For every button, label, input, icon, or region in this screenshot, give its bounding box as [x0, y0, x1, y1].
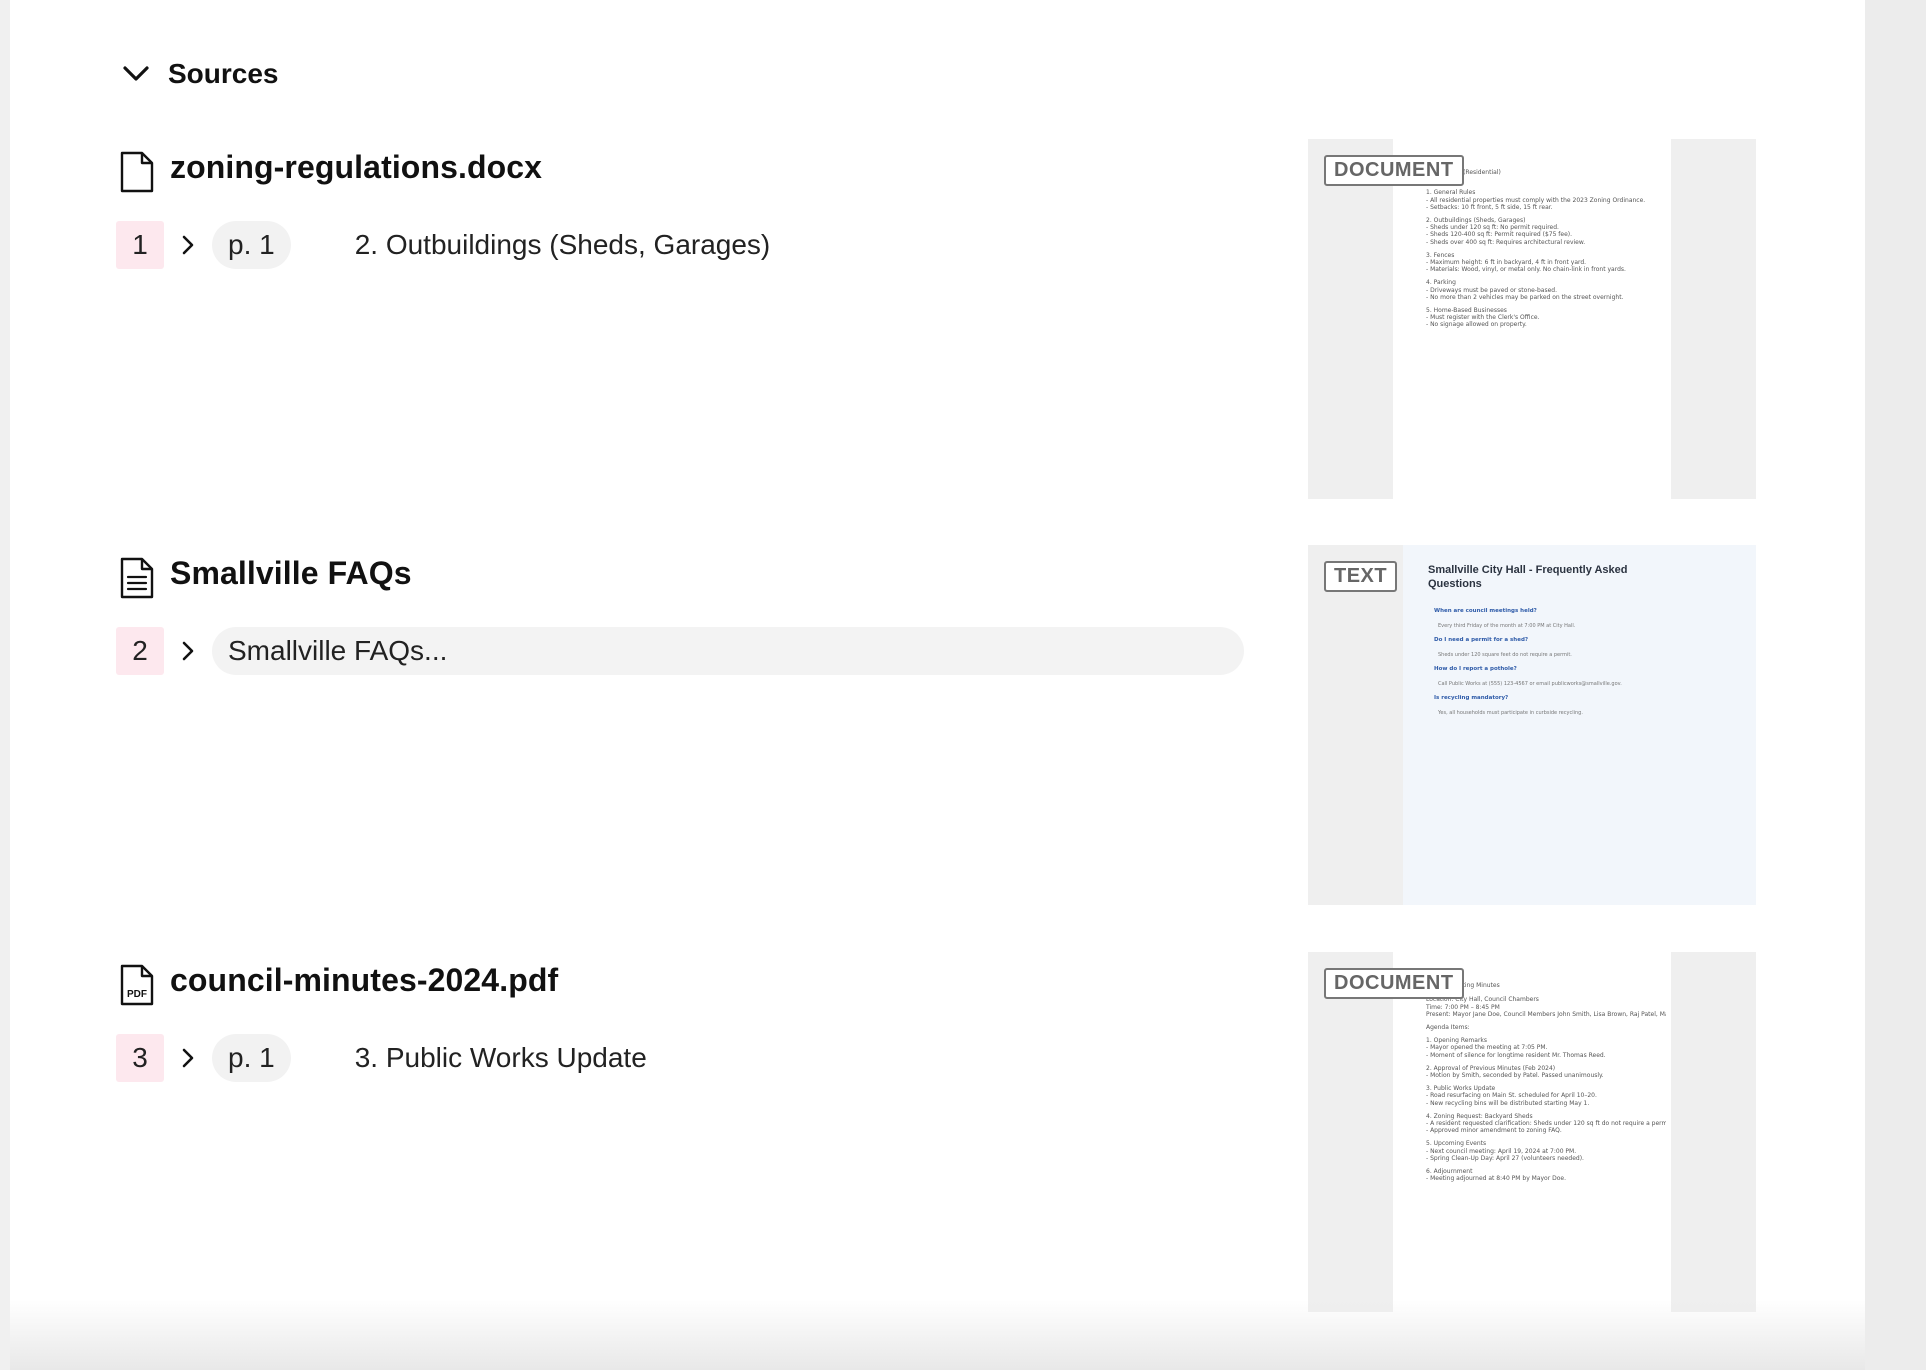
text-thumbnail[interactable]: TEXT Smallville City Hall - Frequently A… — [1308, 545, 1756, 905]
faq-answer: Yes, all households must participate in … — [1438, 710, 1583, 716]
snippet-pill: Smallville FAQs... — [212, 627, 1244, 675]
page-pill: p. 1 — [212, 221, 291, 269]
page-pill: p. 1 — [212, 1034, 291, 1082]
thumbnail-line: 4. Zoning Request: Backyard Sheds — [1426, 1112, 1533, 1120]
thumbnail-line: 1. General Rules — [1426, 189, 1476, 197]
thumbnail-line: - Must register with the Clerk's Office. — [1426, 314, 1540, 322]
citation-number: 1 — [116, 221, 164, 269]
thumbnail-text: Regulations (Residential)1, 20241. Gener… — [1426, 169, 1666, 329]
thumbnail-line: - Sheds over 400 sq ft: Requires archite… — [1426, 238, 1586, 246]
faq-question: When are council meetings held? — [1434, 608, 1537, 614]
citation-snippet: 2. Outbuildings (Sheds, Garages) — [354, 229, 771, 260]
thumbnail-line: - New recycling bins will be distributed… — [1426, 1099, 1590, 1107]
thumbnail-line: 6. Adjournment — [1426, 1168, 1473, 1176]
chevron-right-icon[interactable] — [164, 221, 212, 269]
thumbnail-line: Time: 7:00 PM – 8:45 PM — [1426, 1003, 1500, 1011]
faq-question: How do I report a pothole? — [1434, 666, 1517, 672]
citation-snippet: 3. Public Works Update — [354, 1042, 647, 1073]
source-title[interactable]: council-minutes-2024.pdf — [170, 962, 558, 999]
citation-row: 2 Smallville FAQs... — [116, 627, 1244, 675]
thumbnail-line: 5. Upcoming Events — [1426, 1140, 1487, 1148]
thumbnail-line: - Materials: Wood, vinyl, or metal only.… — [1426, 266, 1626, 274]
thumbnail-line: - Sheds 120-400 sq ft: Permit required (… — [1426, 231, 1573, 239]
thumbnail-line: - Approved minor amendment to zoning FAQ… — [1426, 1127, 1562, 1135]
thumbnail-line: - Sheds under 120 sq ft: No permit requi… — [1426, 224, 1559, 232]
thumbnail-line: - Motion by Smith, seconded by Patel. Pa… — [1426, 1072, 1604, 1080]
thumbnail-text: When are council meetings held? Every th… — [1434, 600, 1654, 716]
thumbnail-line: 5. Home-Based Businesses — [1426, 307, 1507, 315]
thumbnail-line: 2. Approval of Previous Minutes (Feb 202… — [1426, 1064, 1556, 1072]
thumbnail-line: - Road resurfacing on Main St. scheduled… — [1426, 1092, 1597, 1100]
type-tag: DOCUMENT — [1324, 968, 1464, 999]
thumbnail-line: - A resident requested clarification: Sh… — [1426, 1120, 1666, 1128]
thumbnail-page — [1403, 545, 1756, 905]
right-gutter — [1865, 0, 1926, 1370]
citation-row: 1 p. 1 2. Outbuildings (Sheds, Garages) — [116, 221, 770, 269]
thumbnail-line: 2. Outbuildings (Sheds, Garages) — [1426, 217, 1526, 225]
source-item: zoning-regulations.docx 1 p. 1 2. Outbui… — [110, 139, 1760, 503]
svg-text:PDF: PDF — [127, 989, 147, 1000]
thumbnail-line: 4. Parking — [1426, 279, 1456, 287]
citation-row: 3 p. 1 3. Public Works Update — [116, 1034, 647, 1082]
document-thumbnail[interactable]: DOCUMENT Council Meeting Minutes2024Loca… — [1308, 952, 1756, 1312]
chevron-down-icon — [122, 52, 168, 96]
thumbnail-line: Present: Mayor Jane Doe, Council Members… — [1426, 1010, 1666, 1018]
thumbnail-line: - No signage allowed on property. — [1426, 321, 1527, 329]
faq-question: Do I need a permit for a shed? — [1434, 637, 1529, 643]
text-file-icon — [120, 557, 154, 599]
thumbnail-line: 3. Fences — [1426, 251, 1455, 259]
thumbnail-line: - Moment of silence for longtime residen… — [1426, 1051, 1606, 1059]
left-edge — [0, 0, 10, 1370]
thumbnail-line: - Driveways must be paved or stone-based… — [1426, 286, 1557, 294]
thumbnail-line: - No more than 2 vehicles may be parked … — [1426, 293, 1624, 301]
faq-answer: Every third Friday of the month at 7:00 … — [1438, 623, 1576, 629]
thumbnail-text: Council Meeting Minutes2024Location: Cit… — [1426, 982, 1666, 1182]
thumbnail-line: - Mayor opened the meeting at 7:05 PM. — [1426, 1044, 1548, 1052]
document-thumbnail[interactable]: DOCUMENT Regulations (Residential)1, 202… — [1308, 139, 1756, 499]
type-tag: TEXT — [1324, 561, 1398, 592]
thumbnail-line: - Setbacks: 10 ft front, 5 ft side, 15 f… — [1426, 203, 1553, 211]
thumbnail-line: - Next council meeting: April 19, 2024 a… — [1426, 1147, 1577, 1155]
source-item: PDF council-minutes-2024.pdf 3 p. 1 3. P… — [110, 952, 1760, 1316]
document-icon — [120, 151, 154, 193]
chevron-right-icon[interactable] — [164, 1034, 212, 1082]
faq-answer: Sheds under 120 square feet do not requi… — [1438, 652, 1572, 658]
sources-title: Sources — [168, 58, 279, 89]
thumbnail-title: Smallville City Hall - Frequently Asked … — [1428, 564, 1628, 590]
sources-toggle[interactable]: Sources — [122, 52, 279, 96]
pdf-file-icon: PDF — [120, 964, 154, 1006]
sources-panel: Sources zoning-regulations.docx 1 p. 1 2… — [10, 0, 1865, 1370]
source-title[interactable]: Smallville FAQs — [170, 555, 412, 592]
thumbnail-line: - Spring Clean-Up Day: April 27 (volunte… — [1426, 1154, 1584, 1162]
thumbnail-line: 1. Opening Remarks — [1426, 1037, 1488, 1045]
thumbnail-line: Agenda Items: — [1426, 1024, 1470, 1032]
faq-question: Is recycling mandatory? — [1434, 695, 1509, 701]
thumbnail-line: - Maximum height: 6 ft in backyard, 4 ft… — [1426, 259, 1587, 267]
chevron-right-icon[interactable] — [164, 627, 212, 675]
faq-answer: Call Public Works at (555) 123-4567 or e… — [1438, 681, 1622, 687]
source-title[interactable]: zoning-regulations.docx — [170, 149, 542, 186]
thumbnail-line: - Meeting adjourned at 8:40 PM by Mayor … — [1426, 1175, 1566, 1183]
citation-number: 2 — [116, 627, 164, 675]
thumbnail-line: - All residential properties must comply… — [1426, 196, 1646, 204]
thumbnail-line: 3. Public Works Update — [1426, 1085, 1496, 1093]
type-tag: DOCUMENT — [1324, 155, 1464, 186]
citation-number: 3 — [116, 1034, 164, 1082]
source-item: Smallville FAQs 2 Smallville FAQs... TEX… — [110, 545, 1760, 909]
